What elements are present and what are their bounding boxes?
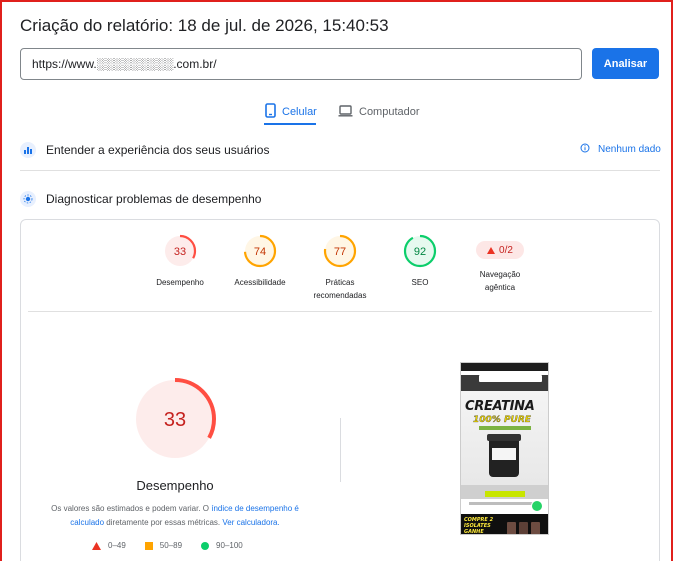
gauge-label-performance: Desempenho xyxy=(156,278,204,287)
smartphone-icon xyxy=(265,103,276,121)
gauge-value-seo: 92 xyxy=(414,246,426,258)
screenshot-headline: CREATINA xyxy=(465,399,535,414)
tab-desktop-label: Computador xyxy=(359,106,420,118)
gauge-label-best-practices: Práticas recomendadas xyxy=(313,278,367,300)
score-gauge-performance[interactable]: 33 Desempenho xyxy=(140,234,220,289)
screenshot-promo-banner: COMPRE 2 ISOLATES GANHE xyxy=(461,514,548,535)
main-performance-gauge: 33 xyxy=(134,378,216,465)
score-gauge-agentic[interactable]: 0/2 Navegação agêntica xyxy=(460,234,540,294)
legend-label-good: 90–100 xyxy=(216,541,243,550)
performance-info-text: Os valores são estimados e podem variar.… xyxy=(48,502,302,530)
score-gauge-best-practices[interactable]: 77 Práticas recomendadas xyxy=(300,234,380,302)
gauge-label-agentic: Navegação agêntica xyxy=(479,270,521,292)
legend-item-poor: 0–49 xyxy=(92,541,126,550)
gauge-ring-best-practices: 77 xyxy=(323,234,357,268)
desktop-icon xyxy=(338,104,353,120)
active-tab-indicator xyxy=(264,123,316,125)
score-gauge-accessibility[interactable]: 74 Acessibilidade xyxy=(220,234,300,289)
no-data-label: Nenhum dado xyxy=(598,144,661,155)
circle-icon xyxy=(201,541,210,550)
info-text-2: diretamente por essas métricas. xyxy=(104,518,223,527)
screenshot-header xyxy=(461,375,548,391)
user-experience-section[interactable]: Entender a experiência dos seus usuários xyxy=(20,142,269,158)
calculator-link[interactable]: Ver calculadora. xyxy=(222,518,279,527)
section-divider xyxy=(20,170,660,171)
legend-label-average: 50–89 xyxy=(159,541,183,550)
main-performance-label: Desempenho xyxy=(136,478,214,493)
product-jar-image xyxy=(487,434,521,477)
report-title: Criação do relatório: 18 de jul. de 2026… xyxy=(20,16,389,35)
main-gauge-ring: 33 xyxy=(134,378,216,460)
gauge-value-accessibility: 74 xyxy=(254,246,266,258)
tab-mobile[interactable]: Celular xyxy=(265,100,317,124)
legend-item-good: 90–100 xyxy=(201,541,243,550)
gauge-value-performance: 33 xyxy=(174,246,186,258)
screenshot-subheadline: 100% PURE xyxy=(473,415,531,425)
triangle-icon xyxy=(92,541,101,550)
tab-desktop[interactable]: Computador xyxy=(338,100,420,124)
diagnose-icon xyxy=(20,191,36,207)
whatsapp-icon xyxy=(531,500,543,512)
info-icon xyxy=(580,143,590,156)
gauge-label-accessibility: Acessibilidade xyxy=(234,278,286,287)
agentic-badge: 0/2 xyxy=(476,241,524,259)
gauge-value-best-practices: 77 xyxy=(334,246,346,258)
warning-triangle-icon xyxy=(487,246,496,254)
tab-mobile-label: Celular xyxy=(282,106,317,118)
gauge-ring-performance: 33 xyxy=(163,234,197,268)
no-data-indicator[interactable]: Nenhum dado xyxy=(580,143,661,156)
square-icon xyxy=(144,541,153,550)
score-legend: 0–49 50–89 90–100 xyxy=(92,541,262,550)
screenshot-promo-text: COMPRE 2 ISOLATES GANHE xyxy=(464,517,494,535)
main-gauge-value: 33 xyxy=(164,409,186,431)
users-icon xyxy=(20,142,36,158)
vertical-separator xyxy=(340,418,341,482)
analyze-button[interactable]: Analisar xyxy=(592,48,659,79)
gauge-ring-accessibility: 74 xyxy=(243,234,277,268)
diagnose-label: Diagnosticar problemas de desempenho xyxy=(46,192,262,206)
gauge-label-seo: SEO xyxy=(411,278,429,287)
user-experience-label: Entender a experiência dos seus usuários xyxy=(46,143,270,157)
score-gauge-seo[interactable]: 92 SEO xyxy=(380,234,460,289)
legend-item-average: 50–89 xyxy=(144,541,183,550)
diagnose-section[interactable]: Diagnosticar problemas de desempenho xyxy=(20,191,261,207)
url-input[interactable] xyxy=(20,48,582,80)
agentic-value: 0/2 xyxy=(499,244,513,256)
screenshot-topbar xyxy=(461,363,548,371)
legend-label-poor: 0–49 xyxy=(108,541,126,550)
gauge-ring-seo: 92 xyxy=(403,234,437,268)
screenshot-hero-banner: CREATINA 100% PURE xyxy=(461,391,548,499)
info-text-1: Os valores são estimados e podem variar.… xyxy=(51,504,212,513)
card-divider xyxy=(28,311,652,312)
